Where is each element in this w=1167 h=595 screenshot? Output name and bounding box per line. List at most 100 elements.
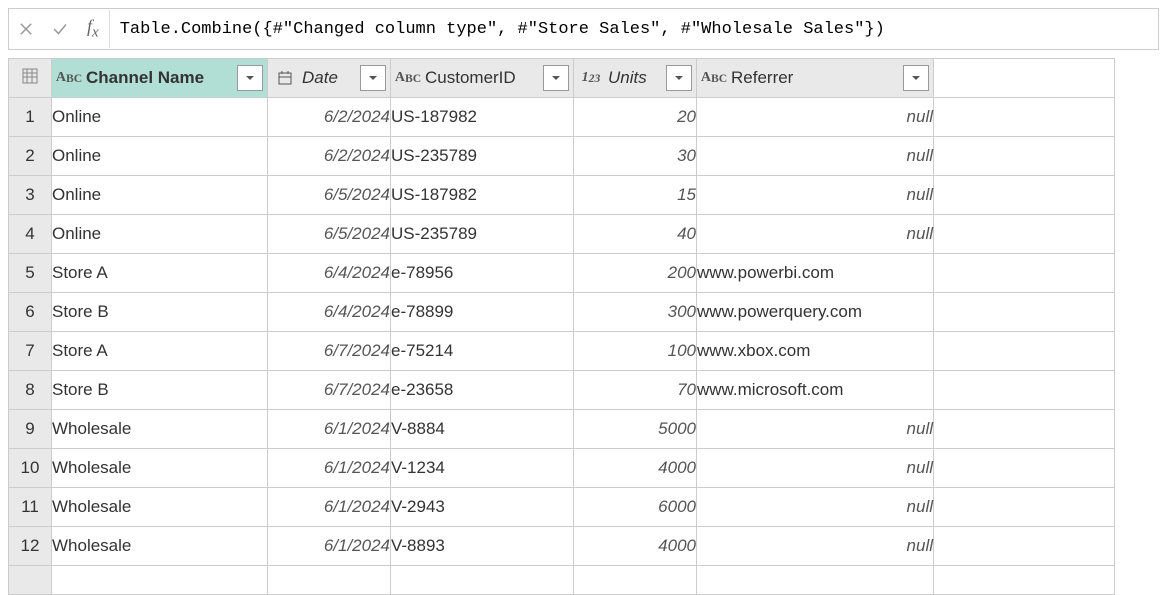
cell-referrer[interactable]: www.microsoft.com	[697, 371, 934, 410]
row-number[interactable]: 2	[9, 137, 52, 176]
column-header-date[interactable]: Date	[268, 59, 391, 98]
table-row[interactable]: 10Wholesale6/1/2024V-12344000null	[9, 449, 1115, 488]
filter-button[interactable]	[543, 65, 569, 91]
cell-referrer[interactable]: null	[697, 176, 934, 215]
cell-referrer[interactable]: null	[697, 137, 934, 176]
cell-customer[interactable]: V-1234	[391, 449, 574, 488]
row-number[interactable]: 11	[9, 488, 52, 527]
cell-date[interactable]: 6/5/2024	[268, 176, 391, 215]
cell-referrer[interactable]: null	[697, 410, 934, 449]
cell-channel[interactable]: Online	[52, 176, 268, 215]
table-row[interactable]: 8Store B6/7/2024e-2365870www.microsoft.c…	[9, 371, 1115, 410]
filter-button[interactable]	[903, 65, 929, 91]
cancel-formula-button[interactable]	[9, 9, 43, 49]
table-row[interactable]: 2Online6/2/2024US-23578930null	[9, 137, 1115, 176]
cell-customer[interactable]: e-78956	[391, 254, 574, 293]
cell-units[interactable]: 4000	[574, 449, 697, 488]
row-number[interactable]: 10	[9, 449, 52, 488]
cell-customer[interactable]: US-235789	[391, 215, 574, 254]
cell-date[interactable]: 6/4/2024	[268, 254, 391, 293]
table-row[interactable]: 3Online6/5/2024US-18798215null	[9, 176, 1115, 215]
column-header-units[interactable]: 123 Units	[574, 59, 697, 98]
row-number[interactable]: 8	[9, 371, 52, 410]
cell-channel[interactable]: Wholesale	[52, 410, 268, 449]
table-row[interactable]: 1Online6/2/2024US-18798220null	[9, 98, 1115, 137]
cell-customer[interactable]: V-8884	[391, 410, 574, 449]
cell-channel[interactable]: Wholesale	[52, 449, 268, 488]
cell-date[interactable]: 6/1/2024	[268, 449, 391, 488]
cell-referrer[interactable]: null	[697, 215, 934, 254]
cell-customer[interactable]: e-75214	[391, 332, 574, 371]
cell-channel[interactable]: Store A	[52, 254, 268, 293]
table-row[interactable]: 4Online6/5/2024US-23578940null	[9, 215, 1115, 254]
column-header-customer[interactable]: ABC CustomerID	[391, 59, 574, 98]
cell-units[interactable]: 5000	[574, 410, 697, 449]
row-number[interactable]: 4	[9, 215, 52, 254]
cell-channel[interactable]: Store B	[52, 371, 268, 410]
filter-button[interactable]	[666, 65, 692, 91]
cell-date[interactable]: 6/5/2024	[268, 215, 391, 254]
accept-formula-button[interactable]	[43, 9, 77, 49]
cell-date[interactable]: 6/7/2024	[268, 371, 391, 410]
column-header-channel[interactable]: ABC Channel Name	[52, 59, 268, 98]
cell-channel[interactable]: Online	[52, 215, 268, 254]
formula-input[interactable]	[109, 10, 1158, 48]
row-number[interactable]: 1	[9, 98, 52, 137]
cell-date[interactable]: 6/2/2024	[268, 98, 391, 137]
cell-channel[interactable]: Wholesale	[52, 488, 268, 527]
row-number[interactable]: 9	[9, 410, 52, 449]
filter-button[interactable]	[237, 65, 263, 91]
text-type-icon: ABC	[701, 70, 727, 86]
table-row[interactable]: 6Store B6/4/2024e-78899300www.powerquery…	[9, 293, 1115, 332]
cell-referrer[interactable]: www.xbox.com	[697, 332, 934, 371]
cell-units[interactable]: 20	[574, 98, 697, 137]
table-row[interactable]: 9Wholesale6/1/2024V-88845000null	[9, 410, 1115, 449]
cell-referrer[interactable]: null	[697, 98, 934, 137]
table-row[interactable]: 5Store A6/4/2024e-78956200www.powerbi.co…	[9, 254, 1115, 293]
cell-units[interactable]: 4000	[574, 527, 697, 566]
cell-date[interactable]: 6/1/2024	[268, 488, 391, 527]
row-number[interactable]: 5	[9, 254, 52, 293]
data-grid: ABC Channel Name Date ABC CustomerID 123…	[8, 58, 1115, 595]
cell-channel[interactable]: Store A	[52, 332, 268, 371]
row-number[interactable]: 12	[9, 527, 52, 566]
cell-units[interactable]: 30	[574, 137, 697, 176]
cell-referrer[interactable]: null	[697, 527, 934, 566]
cell-customer[interactable]: V-8893	[391, 527, 574, 566]
cell-date[interactable]: 6/2/2024	[268, 137, 391, 176]
cell-channel[interactable]: Wholesale	[52, 527, 268, 566]
cell-customer[interactable]: e-23658	[391, 371, 574, 410]
cell-customer[interactable]: e-78899	[391, 293, 574, 332]
row-number[interactable]: 3	[9, 176, 52, 215]
cell-referrer[interactable]: null	[697, 449, 934, 488]
cell-referrer[interactable]: www.powerbi.com	[697, 254, 934, 293]
cell-units[interactable]: 200	[574, 254, 697, 293]
cell-units[interactable]: 6000	[574, 488, 697, 527]
cell-date[interactable]: 6/4/2024	[268, 293, 391, 332]
column-header-referrer[interactable]: ABC Referrer	[697, 59, 934, 98]
cell-channel[interactable]: Online	[52, 137, 268, 176]
cell-customer[interactable]: US-187982	[391, 98, 574, 137]
cell-customer[interactable]: US-187982	[391, 176, 574, 215]
cell-units[interactable]: 300	[574, 293, 697, 332]
row-number[interactable]: 7	[9, 332, 52, 371]
cell-units[interactable]: 70	[574, 371, 697, 410]
select-all-corner[interactable]	[9, 59, 52, 98]
cell-channel[interactable]: Online	[52, 98, 268, 137]
cell-referrer[interactable]: null	[697, 488, 934, 527]
cell-date[interactable]: 6/7/2024	[268, 332, 391, 371]
cell-units[interactable]: 40	[574, 215, 697, 254]
table-row[interactable]: 7Store A6/7/2024e-75214100www.xbox.com	[9, 332, 1115, 371]
row-number[interactable]: 6	[9, 293, 52, 332]
cell-date[interactable]: 6/1/2024	[268, 527, 391, 566]
cell-customer[interactable]: US-235789	[391, 137, 574, 176]
cell-units[interactable]: 15	[574, 176, 697, 215]
filter-button[interactable]	[360, 65, 386, 91]
cell-customer[interactable]: V-2943	[391, 488, 574, 527]
table-row[interactable]: 12Wholesale6/1/2024V-88934000null	[9, 527, 1115, 566]
cell-channel[interactable]: Store B	[52, 293, 268, 332]
cell-units[interactable]: 100	[574, 332, 697, 371]
cell-date[interactable]: 6/1/2024	[268, 410, 391, 449]
table-row[interactable]: 11Wholesale6/1/2024V-29436000null	[9, 488, 1115, 527]
cell-referrer[interactable]: www.powerquery.com	[697, 293, 934, 332]
